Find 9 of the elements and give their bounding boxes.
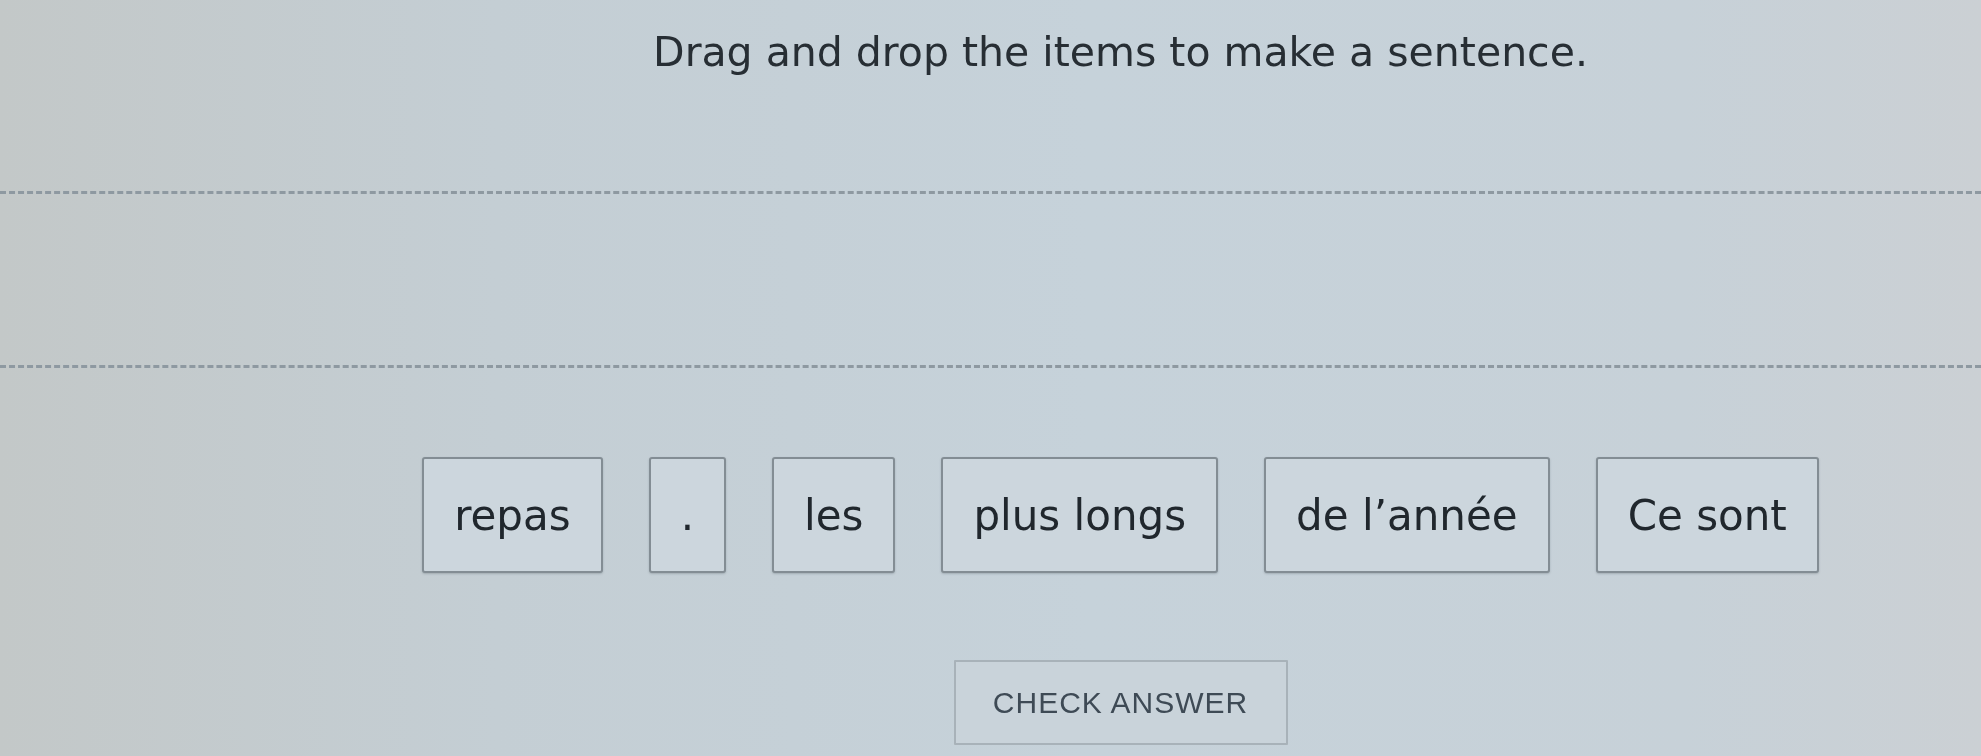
word-tile[interactable]: de l’année (1264, 457, 1550, 573)
word-tile[interactable]: plus longs (941, 457, 1219, 573)
word-tile[interactable]: repas (422, 457, 603, 573)
check-answer-button[interactable]: CHECK ANSWER (953, 660, 1288, 745)
word-tile[interactable]: les (772, 457, 896, 573)
word-tile[interactable]: Ce sont (1595, 457, 1819, 573)
word-tile[interactable]: . (648, 457, 726, 573)
instruction-text: Drag and drop the items to make a sentence. (653, 28, 1588, 78)
drop-zone[interactable] (0, 191, 1981, 368)
